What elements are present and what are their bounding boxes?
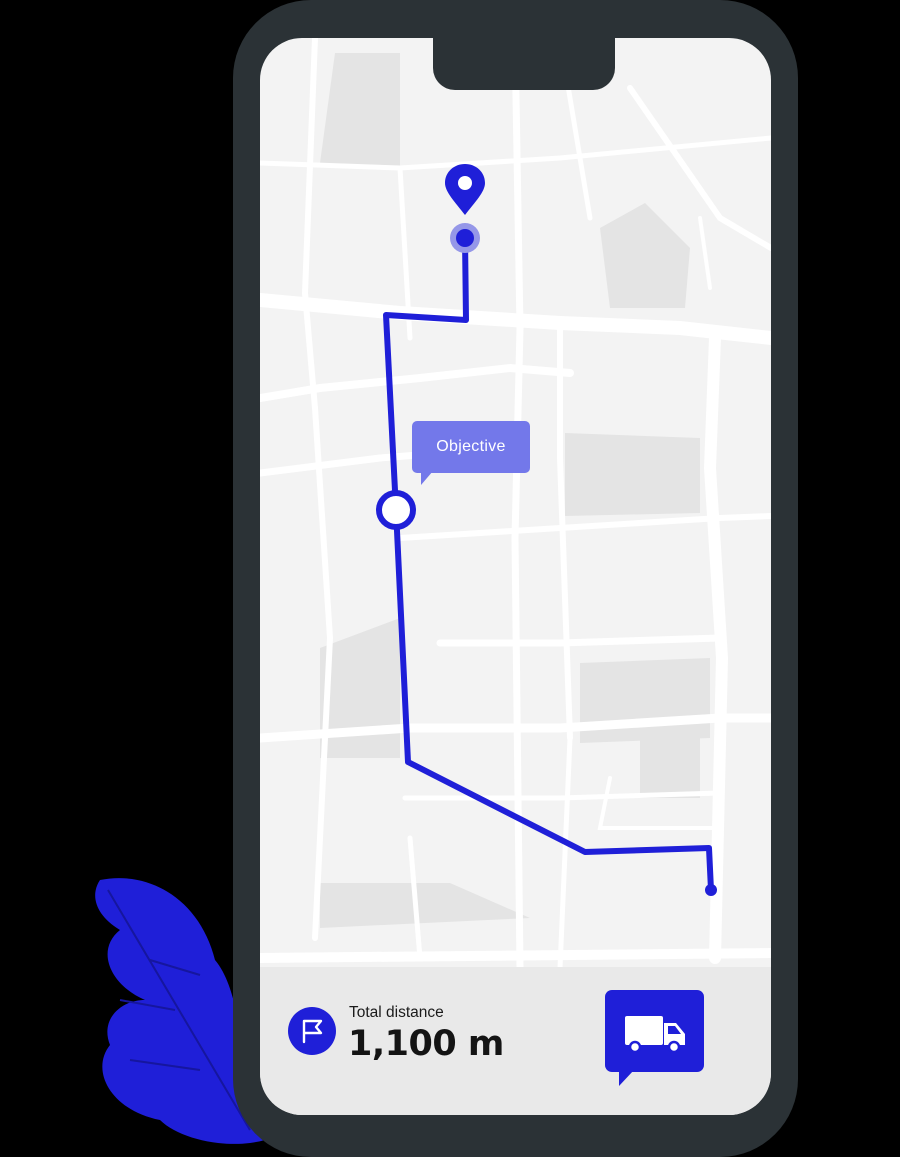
map-canvas[interactable] xyxy=(260,38,771,1115)
flag-icon xyxy=(288,1007,336,1055)
objective-tooltip: Objective xyxy=(412,421,530,473)
map-screen[interactable] xyxy=(260,38,771,1115)
stage: Objective Total distance 1,100 m xyxy=(0,0,900,1157)
total-distance-value: 1,100 m xyxy=(348,1024,504,1064)
objective-tooltip-label: Objective xyxy=(436,438,506,455)
total-distance-label: Total distance xyxy=(349,1004,444,1021)
truck-button-tail xyxy=(619,1070,634,1086)
phone-notch xyxy=(433,38,615,90)
truck-delivery-button[interactable] xyxy=(605,990,704,1072)
objective-tooltip-tail xyxy=(421,471,433,485)
truck-icon xyxy=(625,1016,685,1054)
